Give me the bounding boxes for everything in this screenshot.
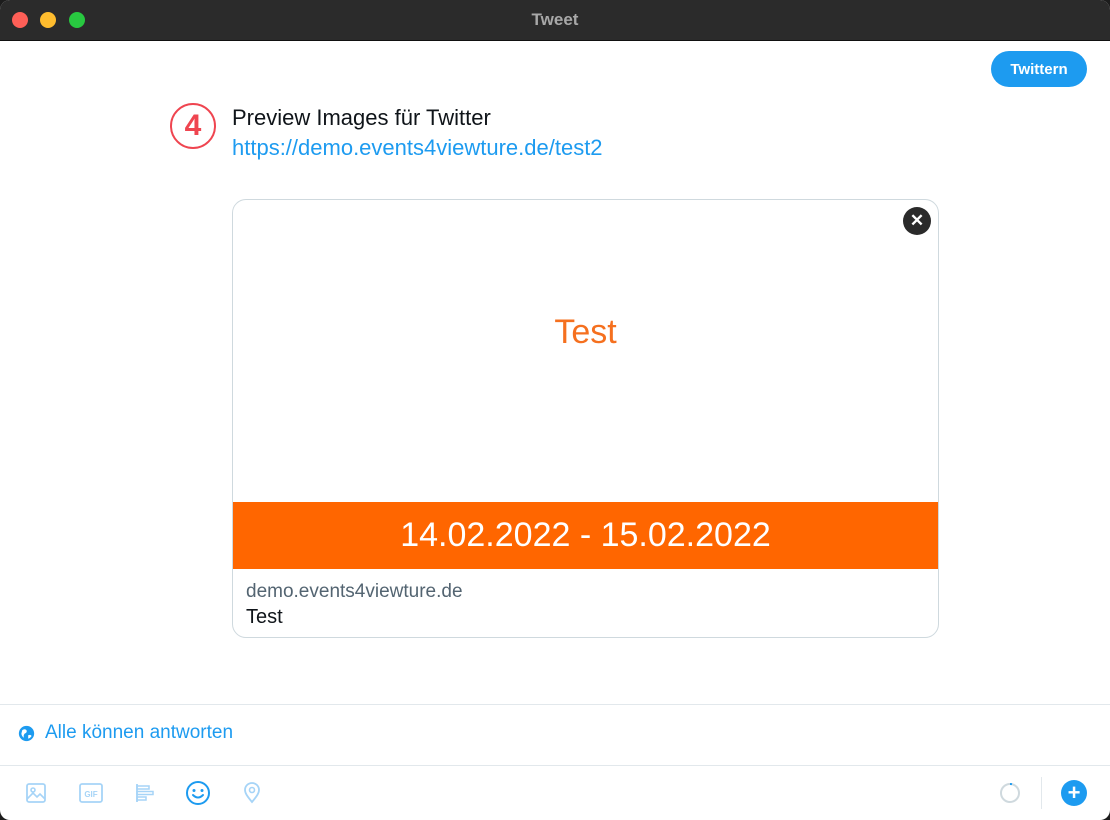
window-title: Tweet (531, 10, 579, 29)
add-tweet-button[interactable]: + (1061, 780, 1087, 806)
svg-text:GIF: GIF (84, 790, 97, 799)
emoji-icon[interactable] (184, 779, 212, 807)
globe-icon (18, 725, 35, 741)
card-domain: demo.events4viewture.de (246, 581, 463, 602)
poll-icon[interactable] (131, 779, 159, 807)
image-icon[interactable] (22, 779, 50, 807)
tweet-button[interactable]: Twittern (991, 51, 1087, 87)
divider (0, 765, 1110, 766)
reply-setting-button[interactable]: Alle können antworten (18, 722, 233, 744)
reply-setting-label: Alle können antworten (45, 722, 234, 743)
character-progress-icon (1000, 783, 1020, 803)
title-bar: Tweet (0, 0, 1110, 41)
divider (0, 704, 1110, 705)
location-icon[interactable] (238, 779, 266, 807)
close-icon[interactable]: ✕ (903, 207, 931, 235)
toolbar-separator (1041, 777, 1042, 809)
tweet-link[interactable]: https://demo.events4viewture.de/test2 (232, 133, 603, 163)
card-date-band: 14.02.2022 - 15.02.2022 (233, 502, 938, 569)
card-description: Test (246, 606, 283, 628)
tweet-window: Tweet Twittern 4 Preview Images für Twit… (0, 0, 1110, 820)
gif-icon[interactable]: GIF (77, 779, 105, 807)
step-badge: 4 (170, 103, 216, 149)
card-image-title: Test (554, 313, 617, 351)
link-preview-card[interactable]: ✕ Test 14.02.2022 - 15.02.2022 demo.even… (232, 199, 939, 638)
tweet-text[interactable]: Preview Images für Twitter (232, 103, 491, 133)
